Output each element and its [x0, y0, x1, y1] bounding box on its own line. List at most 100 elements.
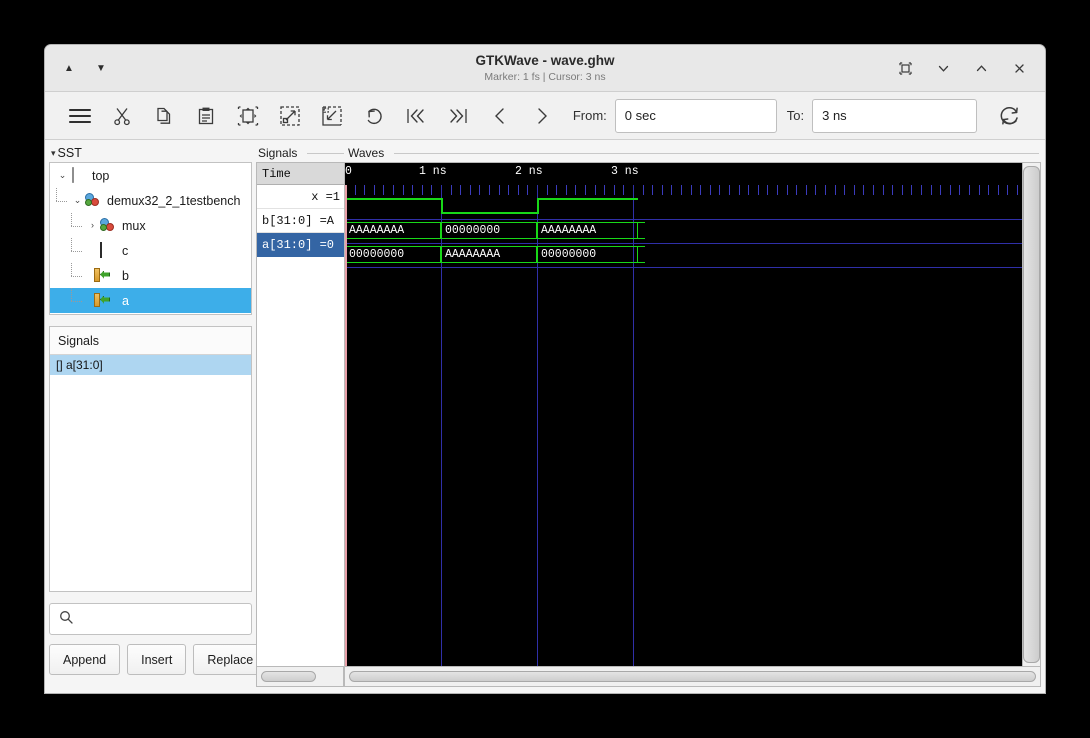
bit-level-segment	[537, 198, 638, 214]
bus-value-segment: AAAAAAAA	[345, 222, 441, 239]
tree-item-label: top	[92, 168, 110, 183]
undo-icon[interactable]	[353, 99, 395, 133]
time-tick-label: 3 ns	[611, 165, 639, 178]
bus-value-segment: 00000000	[345, 246, 441, 263]
wave-canvas[interactable]: 01 ns 2 ns 3 ns AAAAAAAA 00000000 AAAAAAAA 000…	[345, 163, 1022, 666]
signals-panel-header: Signals	[50, 327, 251, 355]
list-item[interactable]: [] a[31:0]	[50, 355, 251, 375]
signal-names-empty	[257, 257, 344, 666]
sst-label: SST	[57, 146, 82, 160]
search-icon	[59, 610, 73, 629]
tree-item-label: b	[122, 268, 129, 283]
names-hscrollbar-thumb[interactable]	[261, 671, 316, 682]
tree-item-label: a	[122, 293, 129, 308]
bit-edge	[441, 198, 443, 214]
to-label: To:	[786, 108, 805, 123]
tree-item-b[interactable]: b	[50, 263, 251, 288]
tree-item-top[interactable]: ⌄ top	[50, 163, 251, 188]
signal-names-body[interactable]: Time x =1 b[31:0] =A a[31:0] =0	[256, 162, 344, 667]
tree-guide	[70, 238, 85, 263]
to-input[interactable]	[812, 98, 978, 133]
bus-end-taper	[638, 246, 645, 263]
main-toolbar: From: To:	[45, 92, 1045, 140]
time-marker[interactable]	[345, 185, 347, 666]
module-top-icon	[70, 166, 88, 184]
bus-value-segment: 00000000	[441, 222, 537, 239]
search-input[interactable]	[73, 604, 251, 634]
nav-up-icon[interactable]: ▲	[61, 60, 77, 76]
append-button[interactable]: Append	[49, 644, 121, 675]
tree-guide	[70, 213, 85, 238]
tree-item-mux[interactable]: › mux	[50, 213, 251, 238]
zoom-fit-icon[interactable]	[227, 99, 269, 133]
expander-icon[interactable]: ⌄	[55, 171, 70, 180]
gtkwave-window: ▲ ▼ GTKWave - wave.ghw Marker: 1 fs | Cu…	[44, 44, 1046, 694]
waves-hscrollbar[interactable]	[344, 667, 1041, 687]
reload-icon[interactable]	[989, 99, 1031, 133]
signal-names-header: Signals	[256, 144, 344, 162]
waves-vscrollbar-thumb[interactable]	[1023, 166, 1040, 663]
close-icon[interactable]	[1011, 60, 1027, 76]
time-tick-label: 0	[345, 165, 352, 178]
go-previous-icon[interactable]	[479, 99, 521, 133]
from-label: From:	[572, 108, 607, 123]
expander-icon[interactable]: ›	[85, 221, 100, 230]
time-ruler: 0 1 ns 2 ns 3 ns	[345, 163, 1022, 185]
window-body: ▾ SST ⌄ top ⌄ demux32_2_1testbench › mux…	[45, 140, 1045, 693]
names-hscrollbar[interactable]	[256, 667, 344, 687]
expander-icon[interactable]: ⌄	[70, 196, 85, 205]
port-icon	[94, 267, 118, 284]
tree-item-a[interactable]: a	[50, 288, 251, 313]
minimize-icon[interactable]	[935, 60, 951, 76]
menu-icon[interactable]	[59, 99, 101, 133]
maximize-icon[interactable]	[973, 60, 989, 76]
time-ruler-ticks	[345, 185, 1022, 195]
waves-hscrollbar-thumb[interactable]	[349, 671, 1036, 682]
tree-guide	[70, 263, 85, 288]
left-pane: ▾ SST ⌄ top ⌄ demux32_2_1testbench › mux…	[45, 140, 268, 693]
window-title: GTKWave - wave.ghw	[475, 52, 615, 68]
waves-column: Waves 01 ns 2 ns 3 ns AAAAAAAA 00000000 AAAAA…	[344, 144, 1041, 687]
bit-level-segment	[345, 198, 441, 214]
cut-icon[interactable]	[101, 99, 143, 133]
restore-icon[interactable]	[897, 60, 913, 76]
time-tick-label: 1 ns	[419, 165, 447, 178]
waves-vscrollbar[interactable]	[1022, 163, 1040, 666]
module-icon	[85, 192, 103, 209]
window-controls	[897, 60, 1045, 76]
time-tick-label: 2 ns	[515, 165, 543, 178]
sst-header[interactable]: ▾ SST	[49, 144, 252, 162]
zoom-in-icon[interactable]	[269, 99, 311, 133]
bus-value-segment: 00000000	[537, 246, 638, 263]
titlebar-text-group: GTKWave - wave.ghw Marker: 1 fs | Cursor…	[45, 45, 1045, 91]
signal-row-b[interactable]: b[31:0] =A	[257, 209, 344, 233]
tree-item-demux32-2-1testbench[interactable]: ⌄ demux32_2_1testbench	[50, 188, 251, 213]
go-first-icon[interactable]	[395, 99, 437, 133]
nav-down-icon[interactable]: ▼	[93, 60, 109, 76]
design-tree[interactable]: ⌄ top ⌄ demux32_2_1testbench › mux c b a	[49, 162, 252, 315]
signals-panel: Signals [] a[31:0]	[49, 326, 252, 592]
signal-filter[interactable]	[49, 603, 252, 635]
from-input[interactable]	[614, 98, 777, 133]
bus-value-segment: AAAAAAAA	[537, 222, 638, 239]
titlebar-nav-group: ▲ ▼	[45, 60, 109, 76]
tree-item-label: c	[122, 243, 129, 258]
signal-action-buttons: Append Insert Replace	[49, 644, 268, 675]
insert-button[interactable]: Insert	[127, 644, 187, 675]
window-subtitle: Marker: 1 fs | Cursor: 3 ns	[484, 70, 606, 83]
zoom-out-icon[interactable]	[311, 99, 353, 133]
signal-row-a[interactable]: a[31:0] =0	[257, 233, 344, 257]
wave-icon	[100, 241, 118, 259]
port-icon	[94, 292, 118, 309]
tree-item-c[interactable]: c	[50, 238, 251, 263]
signals-list[interactable]: [] a[31:0]	[50, 355, 251, 591]
copy-icon[interactable]	[143, 99, 185, 133]
signal-row-separator	[345, 243, 1022, 244]
waveform-top: Signals Time x =1 b[31:0] =A a[31:0] =0 …	[256, 144, 1041, 687]
go-last-icon[interactable]	[437, 99, 479, 133]
sst-expander-icon[interactable]: ▾	[51, 148, 56, 158]
waves-header: Waves	[344, 144, 1041, 162]
signal-row-x[interactable]: x =1	[257, 185, 344, 209]
paste-icon[interactable]	[185, 99, 227, 133]
go-next-icon[interactable]	[521, 99, 563, 133]
